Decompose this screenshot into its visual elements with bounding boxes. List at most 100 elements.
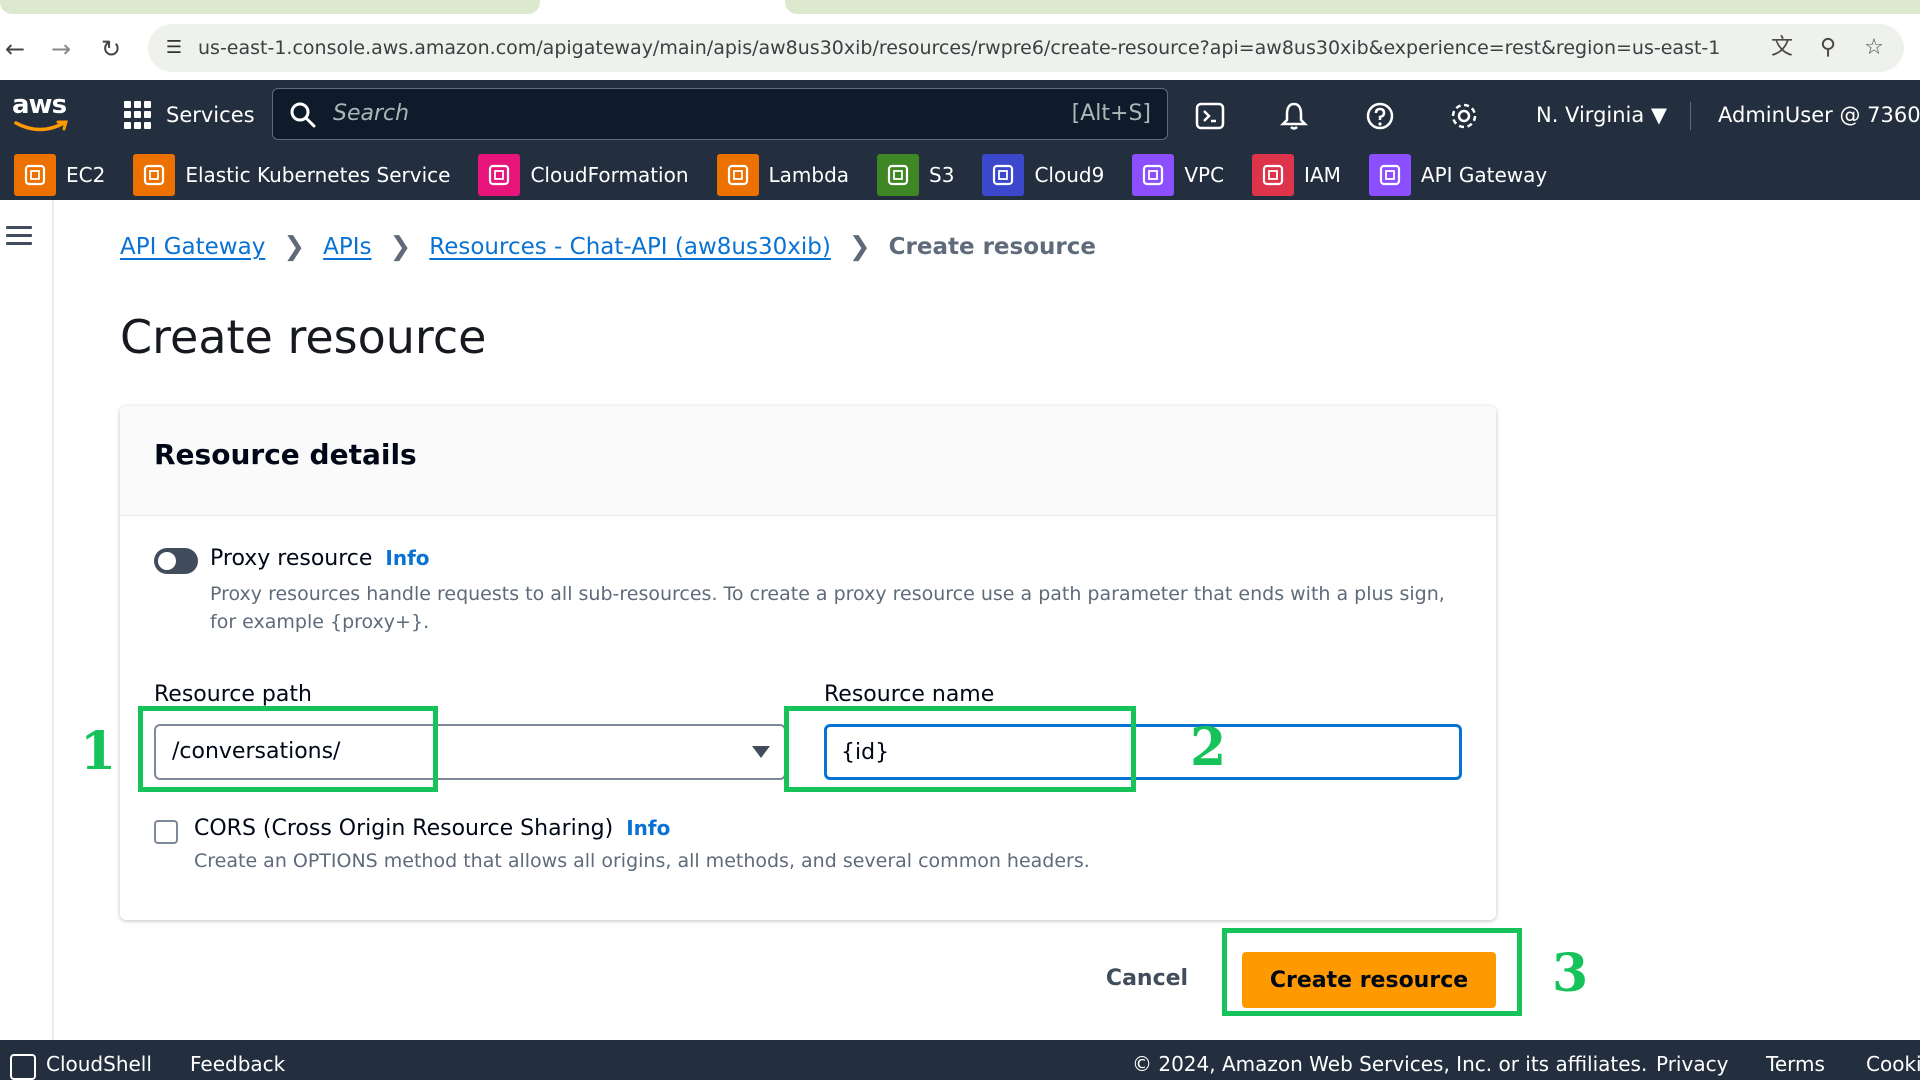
proxy-info-link[interactable]: Info — [385, 546, 429, 570]
aws-logo-text: aws — [12, 90, 67, 120]
hamburger-menu-icon[interactable] — [6, 226, 32, 246]
aws-smile-icon — [14, 120, 68, 132]
proxy-resource-description: Proxy resources handle requests to all s… — [210, 583, 1445, 633]
zoom-icon[interactable]: ⚲ — [1814, 34, 1842, 62]
account-menu[interactable]: AdminUser @ 7360-5 — [1718, 80, 1920, 150]
page-title: Create resource — [120, 310, 487, 364]
caret-down-icon — [752, 746, 770, 758]
api-gateway-icon — [1368, 154, 1411, 196]
proxy-resource-text: Proxy resource — [210, 546, 373, 571]
services-menu[interactable]: Services — [124, 98, 255, 132]
settings-gear-icon[interactable] — [1448, 100, 1480, 132]
side-navigation — [0, 200, 54, 1040]
search-shortcut-hint: [Alt+S] — [1071, 101, 1151, 126]
resource-path-label: Resource path — [154, 682, 312, 707]
nav-divider — [1690, 102, 1691, 130]
cors-info-link[interactable]: Info — [626, 816, 670, 840]
favorite-eks[interactable]: Elastic Kubernetes Service — [133, 150, 450, 200]
footer-terms-link[interactable]: Terms — [1766, 1040, 1825, 1080]
favorite-cloudformation[interactable]: CloudFormation — [478, 150, 689, 200]
favorite-cloud9[interactable]: Cloud9 — [982, 150, 1104, 200]
favorite-vpc[interactable]: VPC — [1132, 150, 1224, 200]
search-icon — [290, 102, 316, 128]
notifications-bell-icon[interactable] — [1278, 100, 1310, 132]
cancel-button[interactable]: Cancel — [1090, 952, 1204, 1004]
cors-checkbox[interactable] — [154, 820, 178, 844]
panel-title: Resource details — [154, 438, 417, 471]
reload-icon[interactable]: ↻ — [96, 34, 126, 64]
favorite-lambda[interactable]: Lambda — [716, 150, 850, 200]
address-bar[interactable]: ☰ us-east-1.console.aws.amazon.com/apiga… — [148, 24, 1904, 72]
region-selector[interactable]: N. Virginia ▼ — [1536, 80, 1667, 150]
panel-header: Resource details — [120, 406, 1496, 516]
favorite-label: S3 — [929, 163, 955, 187]
browser-toolbar: ← → ↻ ☰ us-east-1.console.aws.amazon.com… — [0, 16, 1920, 80]
iam-icon — [1252, 154, 1295, 196]
favorites-bar: EC2 Elastic Kubernetes Service CloudFormat… — [0, 150, 1920, 200]
favorite-label: IAM — [1304, 163, 1341, 187]
search-input[interactable]: Search [Alt+S] — [272, 88, 1168, 140]
favorite-label: EC2 — [66, 163, 106, 187]
callout-box-2 — [784, 706, 1136, 792]
breadcrumb: API Gateway ❯ APIs ❯ Resources - Chat-AP… — [120, 230, 1096, 264]
favorite-iam[interactable]: IAM — [1252, 150, 1341, 200]
lambda-icon — [716, 154, 759, 196]
site-settings-icon[interactable]: ☰ — [162, 36, 186, 60]
cloudformation-icon — [478, 154, 521, 196]
callout-number-3: 3 — [1552, 943, 1589, 1004]
callout-box-3 — [1222, 928, 1522, 1016]
forward-arrow-icon[interactable]: → — [46, 34, 76, 64]
services-grid-icon — [124, 101, 152, 129]
bookmark-star-icon[interactable]: ☆ — [1860, 34, 1888, 62]
proxy-resource-label: Proxy resource Info — [210, 546, 430, 571]
chevron-right-icon: ❯ — [389, 232, 412, 262]
chevron-right-icon: ❯ — [848, 232, 871, 262]
cors-label: CORS (Cross Origin Resource Sharing) Inf… — [194, 816, 670, 841]
browser-tab[interactable] — [785, 0, 1920, 14]
callout-number-1: 1 — [80, 721, 117, 782]
s3-icon — [877, 154, 920, 196]
breadcrumb-apis[interactable]: APIs — [323, 234, 371, 260]
breadcrumb-api-gateway[interactable]: API Gateway — [120, 234, 265, 260]
favorite-label: VPC — [1184, 163, 1225, 187]
aws-logo[interactable]: aws — [12, 90, 70, 134]
cloudshell-terminal-icon[interactable] — [1194, 100, 1226, 132]
breadcrumb-resources[interactable]: Resources - Chat-API (aw8us30xib) — [429, 234, 831, 260]
proxy-resource-toggle[interactable] — [154, 548, 198, 574]
cloudshell-icon[interactable] — [10, 1054, 36, 1080]
browser-tab-strip — [0, 0, 1920, 16]
resource-details-panel: Resource details Proxy resource Info Pro… — [120, 406, 1496, 920]
footer-feedback-link[interactable]: Feedback — [190, 1040, 285, 1080]
footer-privacy-link[interactable]: Privacy — [1656, 1040, 1728, 1080]
eks-icon — [133, 154, 176, 196]
back-arrow-icon[interactable]: ← — [0, 34, 30, 64]
search-placeholder: Search — [333, 101, 410, 126]
footer-cloudshell-link[interactable]: CloudShell — [46, 1040, 152, 1080]
cloud9-icon — [982, 154, 1025, 196]
chevron-right-icon: ❯ — [283, 232, 306, 262]
favorite-label: Cloud9 — [1034, 163, 1105, 187]
translate-icon[interactable]: 文 — [1768, 34, 1796, 62]
toggle-knob — [158, 552, 176, 570]
cors-text: CORS (Cross Origin Resource Sharing) — [194, 816, 614, 841]
favorite-s3[interactable]: S3 — [877, 150, 954, 200]
breadcrumb-current: Create resource — [888, 234, 1096, 260]
favorite-label: API Gateway — [1420, 163, 1548, 187]
favorite-label: CloudFormation — [530, 163, 689, 187]
aws-top-navigation: aws Services Search [Alt+S] N. Virginia … — [0, 80, 1920, 150]
favorite-ec2[interactable]: EC2 — [14, 150, 105, 200]
callout-number-2: 2 — [1190, 717, 1227, 778]
favorite-label: Lambda — [768, 163, 850, 187]
resource-name-label: Resource name — [824, 682, 995, 707]
ec2-icon — [14, 154, 56, 196]
url-text[interactable]: us-east-1.console.aws.amazon.com/apigate… — [198, 24, 1720, 72]
favorite-api-gateway[interactable]: API Gateway — [1368, 150, 1548, 200]
vpc-icon — [1132, 154, 1175, 196]
help-icon[interactable] — [1364, 100, 1396, 132]
console-footer: CloudShell Feedback © 2024, Amazon Web S… — [0, 1040, 1920, 1080]
services-label: Services — [166, 103, 255, 127]
favorite-label: Elastic Kubernetes Service — [185, 163, 451, 187]
footer-cookies-link[interactable]: Cooki — [1866, 1040, 1920, 1080]
footer-copyright: © 2024, Amazon Web Services, Inc. or its… — [1132, 1052, 1648, 1076]
browser-tab[interactable] — [0, 0, 540, 14]
